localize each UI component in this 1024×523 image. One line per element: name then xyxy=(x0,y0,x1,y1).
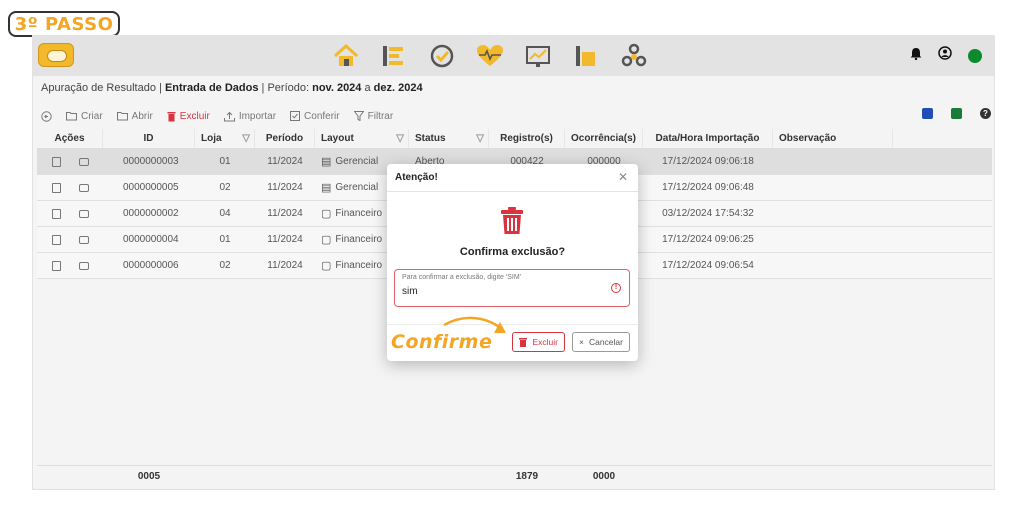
close-icon: × xyxy=(579,337,584,347)
confirm-delete-button[interactable]: Excluir xyxy=(512,332,565,352)
delete-label: Excluir xyxy=(532,337,558,347)
error-icon: ! xyxy=(611,283,621,293)
trash-icon xyxy=(519,338,528,347)
cancel-button[interactable]: × Cancelar xyxy=(572,332,630,352)
annotation-arrow-icon xyxy=(443,316,506,333)
modal-overlay: Atenção! ✕ Confirma exclusão? Para confi… xyxy=(0,0,1024,523)
dialog-divider xyxy=(387,324,638,325)
dialog-title: Atenção! xyxy=(387,164,638,192)
close-icon[interactable]: ✕ xyxy=(618,170,628,184)
cancel-label: Cancelar xyxy=(588,337,623,347)
confirm-input[interactable] xyxy=(402,286,602,297)
dialog-actions: Excluir × Cancelar xyxy=(512,332,630,352)
confirm-field-label: Para confirmar a exclusão, digite 'SIM' xyxy=(402,274,521,281)
trash-icon xyxy=(500,207,524,240)
confirm-text-field[interactable]: Para confirmar a exclusão, digite 'SIM' … xyxy=(394,269,630,307)
dialog-question: Confirma exclusão? xyxy=(459,246,566,258)
